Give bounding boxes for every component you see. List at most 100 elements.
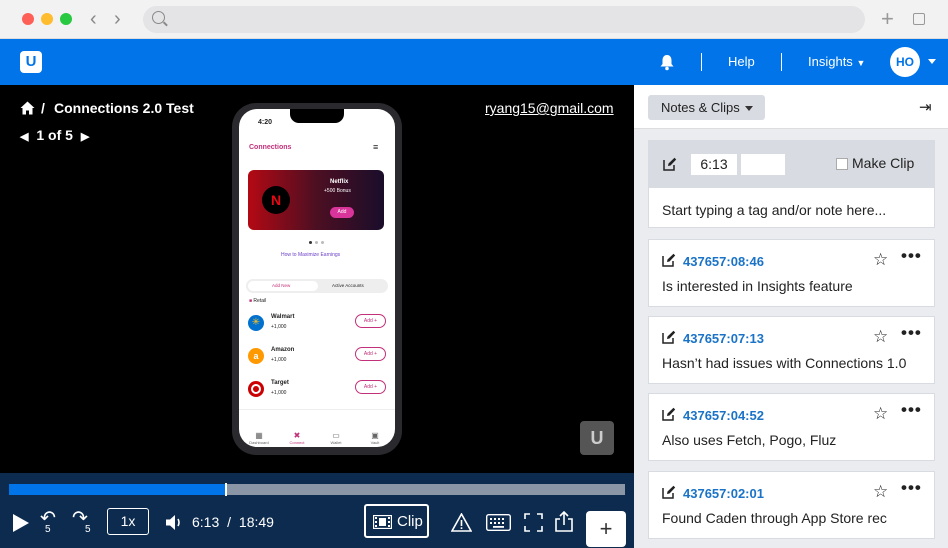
merchant-points: +1,000 xyxy=(271,324,287,330)
note-timestamp[interactable]: 437657:02:01 xyxy=(683,486,764,501)
volume-icon[interactable] xyxy=(165,514,183,531)
tab-overview-icon[interactable] xyxy=(913,13,925,25)
skip-back-seconds: 5 xyxy=(45,524,51,535)
carousel-dots xyxy=(309,241,327,244)
note-text: Also uses Fetch, Pogo, Fluz xyxy=(662,432,837,448)
note-text: Hasn’t had issues with Connections 1.0 xyxy=(662,355,907,371)
share-icon[interactable] xyxy=(555,511,573,532)
minimize-window-button[interactable] xyxy=(41,13,53,25)
notes-clips-label: Notes & Clips xyxy=(661,100,740,115)
collapse-sidebar-icon[interactable]: ⇥ xyxy=(919,98,932,116)
merchant-name: Amazon xyxy=(271,347,295,353)
warning-icon[interactable] xyxy=(451,513,472,532)
note-text: Is interested in Insights feature xyxy=(662,278,853,294)
merchant-points: +1,000 xyxy=(271,390,287,396)
target-logo xyxy=(248,381,264,397)
note-time-input[interactable]: 6:13 xyxy=(691,154,737,175)
clip-label: Clip xyxy=(397,513,423,530)
forward-icon[interactable]: › xyxy=(114,8,121,31)
back-icon[interactable]: ‹ xyxy=(90,8,97,31)
promo-name: Netflix xyxy=(330,179,349,185)
merchant-row-target: Target +1,000 Add + xyxy=(239,376,395,409)
session-pager: ◀ 1 of 5 ▶ xyxy=(20,127,89,143)
address-bar[interactable] xyxy=(143,6,865,33)
avatar-caret-icon[interactable] xyxy=(928,59,936,64)
help-link[interactable]: Help xyxy=(728,54,755,69)
caret-down-icon xyxy=(745,106,753,111)
phone-notch xyxy=(290,109,344,123)
star-icon[interactable]: ☆ xyxy=(873,404,888,424)
note-timestamp[interactable]: 437657:04:52 xyxy=(683,408,764,423)
merchant-row-walmart: ✳ Walmart +1,000 Add + xyxy=(239,310,395,343)
maximize-window-button[interactable] xyxy=(60,13,72,25)
skip-forward-seconds: 5 xyxy=(85,524,91,535)
make-clip-checkbox[interactable] xyxy=(836,158,848,170)
edit-icon[interactable] xyxy=(662,330,676,344)
previous-session-icon[interactable]: ◀ xyxy=(20,131,28,143)
app-logo[interactable]: U xyxy=(20,51,42,73)
phone-tab-active: Active Accounts xyxy=(332,283,364,288)
phone-clock: 4:20 xyxy=(258,119,273,126)
netflix-logo: N xyxy=(262,186,290,214)
caret-down-icon: ▼ xyxy=(856,58,866,68)
note-text-input[interactable]: Start typing a tag and/or note here... xyxy=(662,202,886,218)
more-options-icon[interactable]: ••• xyxy=(901,400,922,420)
keyboard-icon[interactable] xyxy=(486,514,511,531)
fullscreen-icon[interactable] xyxy=(524,513,543,532)
clip-button[interactable]: Clip xyxy=(364,504,429,538)
make-clip-label: Make Clip xyxy=(852,155,915,171)
merchant-add-button: Add + xyxy=(355,314,386,328)
edit-icon[interactable] xyxy=(662,407,676,421)
home-icon[interactable] xyxy=(20,101,35,115)
merchant-add-button: Add + xyxy=(355,347,386,361)
note-card: 437657:07:13 ☆ ••• Hasn’t had issues wit… xyxy=(648,316,935,384)
phone-tab-toggle: Add New Active Accounts xyxy=(246,279,388,293)
insights-menu[interactable]: Insights ▼ xyxy=(808,54,865,69)
more-options-icon[interactable]: ••• xyxy=(901,246,922,266)
video-player[interactable]: / Connections 2.0 Test ◀ 1 of 5 ▶ ryang1… xyxy=(0,85,634,473)
next-session-icon[interactable]: ▶ xyxy=(81,131,89,143)
clip-end-time-input[interactable] xyxy=(741,154,785,175)
note-timestamp[interactable]: 437657:08:46 xyxy=(683,254,764,269)
notifications-bell-icon[interactable] xyxy=(658,53,676,71)
close-window-button[interactable] xyxy=(22,13,34,25)
pager-label: 1 of 5 xyxy=(36,127,73,143)
promo-bonus: +500 Bonus xyxy=(324,188,351,194)
user-avatar[interactable]: HO xyxy=(890,47,920,77)
star-icon[interactable]: ☆ xyxy=(873,250,888,270)
netflix-promo-card: N Netflix +500 Bonus Add xyxy=(248,170,384,230)
sidebar-header: Notes & Clips ⇥ xyxy=(634,85,948,129)
time-separator: / xyxy=(227,514,232,530)
note-composer: 6:13 Make Clip Start typing a tag and/or… xyxy=(648,140,935,228)
skip-back-button[interactable]: ↶ 5 xyxy=(40,507,66,537)
phone-nav-wallet: ▭ Wallet xyxy=(330,431,342,445)
star-icon[interactable]: ☆ xyxy=(873,327,888,347)
notes-sidebar: Notes & Clips ⇥ 6:13 Make Clip Start typ… xyxy=(634,85,948,548)
merchant-add-button: Add + xyxy=(355,380,386,394)
walmart-logo: ✳ xyxy=(248,315,264,331)
progress-scrubber[interactable] xyxy=(224,483,227,496)
merchant-row-amazon: a Amazon +1,000 Add + xyxy=(239,343,395,376)
study-title: Connections 2.0 Test xyxy=(54,100,194,116)
more-options-icon[interactable]: ••• xyxy=(901,323,922,343)
note-timestamp[interactable]: 437657:07:13 xyxy=(683,331,764,346)
play-icon[interactable] xyxy=(12,513,30,533)
amazon-logo: a xyxy=(248,348,264,364)
star-icon[interactable]: ☆ xyxy=(873,482,888,502)
notes-clips-dropdown[interactable]: Notes & Clips xyxy=(648,95,765,120)
merchant-name: Walmart xyxy=(271,314,295,320)
progress-bar[interactable] xyxy=(9,483,625,496)
add-note-button[interactable]: + xyxy=(586,511,626,547)
player-controls: ↶ 5 ↷ 5 1x 6:13 / 18:49 Clip + xyxy=(0,473,634,548)
edit-icon[interactable] xyxy=(662,485,676,499)
browser-toolbar: ‹ › + xyxy=(0,0,948,39)
phone-menu-icon: ≡ xyxy=(373,142,379,152)
duration: 18:49 xyxy=(238,514,274,530)
skip-forward-button[interactable]: ↷ 5 xyxy=(72,507,98,537)
more-options-icon[interactable]: ••• xyxy=(901,478,922,498)
edit-icon[interactable] xyxy=(662,253,676,267)
note-text: Found Caden through App Store rec xyxy=(662,510,887,526)
new-tab-icon[interactable]: + xyxy=(881,6,894,32)
playback-speed-button[interactable]: 1x xyxy=(107,508,149,535)
participant-email[interactable]: ryang15@gmail.com xyxy=(485,100,614,116)
